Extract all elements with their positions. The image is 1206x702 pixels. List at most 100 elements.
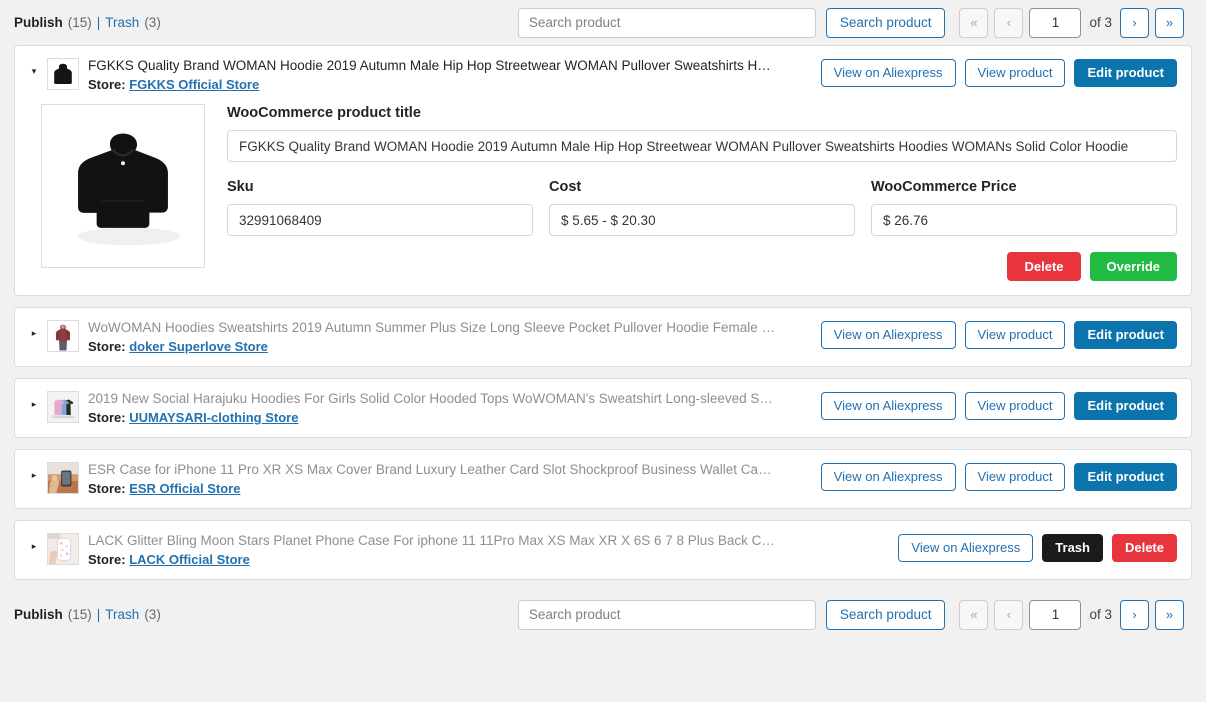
edit-product-button[interactable]: Edit product xyxy=(1074,59,1177,87)
pagination-last-button-bottom[interactable]: » xyxy=(1155,599,1184,630)
view-on-aliexpress-button[interactable]: View on Aliexpress xyxy=(820,463,956,491)
product-card: ▸ WoWOMAN Hoodies Sweatshirts 2019 Autum… xyxy=(14,307,1192,367)
woocommerce-title-input[interactable] xyxy=(227,130,1177,162)
pagination-next-button-bottom[interactable]: › xyxy=(1120,599,1149,630)
expand-collapse-caret-icon[interactable]: ▸ xyxy=(25,400,43,409)
product-row-header: ▸ 2019 New Social Harajuku Hoodies For G… xyxy=(15,379,1191,437)
store-link[interactable]: LACK Official Store xyxy=(129,552,250,567)
store-prefix-label: Store: xyxy=(88,339,126,354)
product-title: 2019 New Social Harajuku Hoodies For Gir… xyxy=(88,391,778,406)
product-store: Store: FGKKS Official Store xyxy=(88,76,821,94)
search-button[interactable]: Search product xyxy=(825,7,946,38)
trash-filter-label[interactable]: Trash xyxy=(105,15,139,30)
view-product-button[interactable]: View product xyxy=(964,321,1066,349)
store-link[interactable]: UUMAYSARI-clothing Store xyxy=(129,410,298,425)
view-product-button[interactable]: View product xyxy=(964,463,1066,491)
product-row-actions: View on Aliexpress Trash Delete xyxy=(898,531,1177,562)
delete-button[interactable]: Delete xyxy=(1111,534,1177,562)
expand-collapse-caret-icon[interactable]: ▸ xyxy=(25,542,43,551)
pagination-first-button-bottom[interactable]: « xyxy=(959,599,989,630)
pagination-bottom: « ‹ 1 of 3 › » xyxy=(959,599,1184,630)
view-product-button[interactable]: View product xyxy=(964,59,1066,87)
edit-product-button[interactable]: Edit product xyxy=(1074,321,1177,349)
woocommerce-price-label: WooCommerce Price xyxy=(871,179,1017,195)
product-row-actions: View on Aliexpress View product Edit pro… xyxy=(820,56,1177,87)
product-title: LACK Glitter Bling Moon Stars Planet Pho… xyxy=(88,533,778,548)
sku-input[interactable] xyxy=(227,204,533,236)
publish-filter-label-bottom[interactable]: Publish xyxy=(14,607,63,622)
store-link[interactable]: ESR Official Store xyxy=(129,481,240,496)
woocommerce-title-label: WooCommerce product title xyxy=(227,105,421,121)
pagination-last-button[interactable]: » xyxy=(1155,7,1184,38)
top-toolbar-controls: Search product « ‹ 1 of 3 › » xyxy=(517,7,1184,38)
bottom-toolbar: Publish (15) | Trash (3) Search product … xyxy=(0,591,1206,638)
product-detail-panel: WooCommerce product title Sku Cost WooCo… xyxy=(15,104,1191,281)
view-on-aliexpress-button[interactable]: View on Aliexpress xyxy=(820,392,956,420)
view-on-aliexpress-button[interactable]: View on Aliexpress xyxy=(898,534,1034,562)
store-prefix-label: Store: xyxy=(88,481,126,496)
product-title: FGKKS Quality Brand WOMAN Hoodie 2019 Au… xyxy=(88,58,778,73)
woocommerce-price-input[interactable] xyxy=(871,204,1177,236)
product-row-text: FGKKS Quality Brand WOMAN Hoodie 2019 Au… xyxy=(88,56,821,94)
product-row-text: WoWOMAN Hoodies Sweatshirts 2019 Autumn … xyxy=(88,318,821,356)
product-card: ▸ 2019 New Social Harajuku Hoodies For G… xyxy=(14,378,1192,438)
price-field-group: WooCommerce Price xyxy=(871,178,1177,236)
store-link[interactable]: doker Superlove Store xyxy=(129,339,268,354)
product-row-header: ▸ WoWOMAN Hoodies Sweatshirts 2019 Autum… xyxy=(15,308,1191,366)
product-row-actions: View on Aliexpress View product Edit pro… xyxy=(820,389,1177,420)
product-card: ▾ FGKKS Quality Brand WOMAN Hoodie 2019 … xyxy=(14,45,1192,296)
publish-filter-label[interactable]: Publish xyxy=(14,15,63,30)
product-title: ESR Case for iPhone 11 Pro XR XS Max Cov… xyxy=(88,462,778,477)
expand-collapse-caret-icon[interactable]: ▸ xyxy=(25,329,43,338)
product-detail-field-row: Sku Cost WooCommerce Price xyxy=(227,178,1177,236)
pagination-next-button[interactable]: › xyxy=(1120,7,1149,38)
product-card: ▸ LACK Glitter Bling Moon Stars Planet P… xyxy=(14,520,1192,580)
pagination-current-page-bottom[interactable]: 1 xyxy=(1029,599,1082,630)
cost-input[interactable] xyxy=(549,204,855,236)
expand-collapse-caret-icon[interactable]: ▸ xyxy=(25,471,43,480)
filter-separator: | xyxy=(96,15,101,30)
product-title: WoWOMAN Hoodies Sweatshirts 2019 Autumn … xyxy=(88,320,778,335)
product-row-header: ▸ ESR Case for iPhone 11 Pro XR XS Max C… xyxy=(15,450,1191,508)
delete-button[interactable]: Delete xyxy=(1007,252,1081,281)
edit-product-button[interactable]: Edit product xyxy=(1074,463,1177,491)
product-store: Store: LACK Official Store xyxy=(88,551,898,569)
product-row-header: ▸ LACK Glitter Bling Moon Stars Planet P… xyxy=(15,521,1191,579)
pagination-first-button[interactable]: « xyxy=(959,7,989,38)
trash-filter-label-bottom[interactable]: Trash xyxy=(105,607,139,622)
pagination-current-page[interactable]: 1 xyxy=(1029,7,1082,38)
pagination-prev-button[interactable]: ‹ xyxy=(994,7,1024,38)
product-thumbnail xyxy=(47,391,79,423)
cost-field-group: Cost xyxy=(549,178,855,236)
top-toolbar: Publish (15) | Trash (3) Search product … xyxy=(0,0,1206,45)
product-thumbnail xyxy=(47,58,79,90)
pagination-prev-button-bottom[interactable]: ‹ xyxy=(994,599,1024,630)
product-store: Store: UUMAYSARI-clothing Store xyxy=(88,409,821,427)
product-card: ▸ ESR Case for iPhone 11 Pro XR XS Max C… xyxy=(14,449,1192,509)
product-detail-actions: Delete Override xyxy=(227,252,1177,281)
search-input-bottom[interactable] xyxy=(517,599,816,630)
publish-count: (15) xyxy=(67,15,92,30)
product-detail-fields: WooCommerce product title Sku Cost WooCo… xyxy=(227,104,1177,281)
expand-collapse-caret-icon[interactable]: ▾ xyxy=(25,67,43,76)
bottom-toolbar-controls: Search product « ‹ 1 of 3 › » xyxy=(517,599,1184,630)
product-store: Store: ESR Official Store xyxy=(88,480,821,498)
view-on-aliexpress-button[interactable]: View on Aliexpress xyxy=(820,59,956,87)
product-store: Store: doker Superlove Store xyxy=(88,338,821,356)
product-thumbnail xyxy=(47,533,79,565)
status-filter-links-bottom: Publish (15) | Trash (3) xyxy=(14,607,161,622)
view-product-button[interactable]: View product xyxy=(964,392,1066,420)
cost-label: Cost xyxy=(549,179,582,195)
search-input[interactable] xyxy=(517,7,816,38)
view-on-aliexpress-button[interactable]: View on Aliexpress xyxy=(820,321,956,349)
status-filter-links: Publish (15) | Trash (3) xyxy=(14,15,161,30)
edit-product-button[interactable]: Edit product xyxy=(1074,392,1177,420)
override-button[interactable]: Override xyxy=(1089,252,1177,281)
product-row-header: ▾ FGKKS Quality Brand WOMAN Hoodie 2019 … xyxy=(15,46,1191,104)
product-row-text: 2019 New Social Harajuku Hoodies For Gir… xyxy=(88,389,821,427)
pagination-total-label-bottom: of 3 xyxy=(1089,607,1112,622)
publish-count-bottom: (15) xyxy=(67,607,92,622)
trash-button[interactable]: Trash xyxy=(1042,534,1103,562)
store-link[interactable]: FGKKS Official Store xyxy=(129,77,259,92)
search-button-bottom[interactable]: Search product xyxy=(825,599,946,630)
